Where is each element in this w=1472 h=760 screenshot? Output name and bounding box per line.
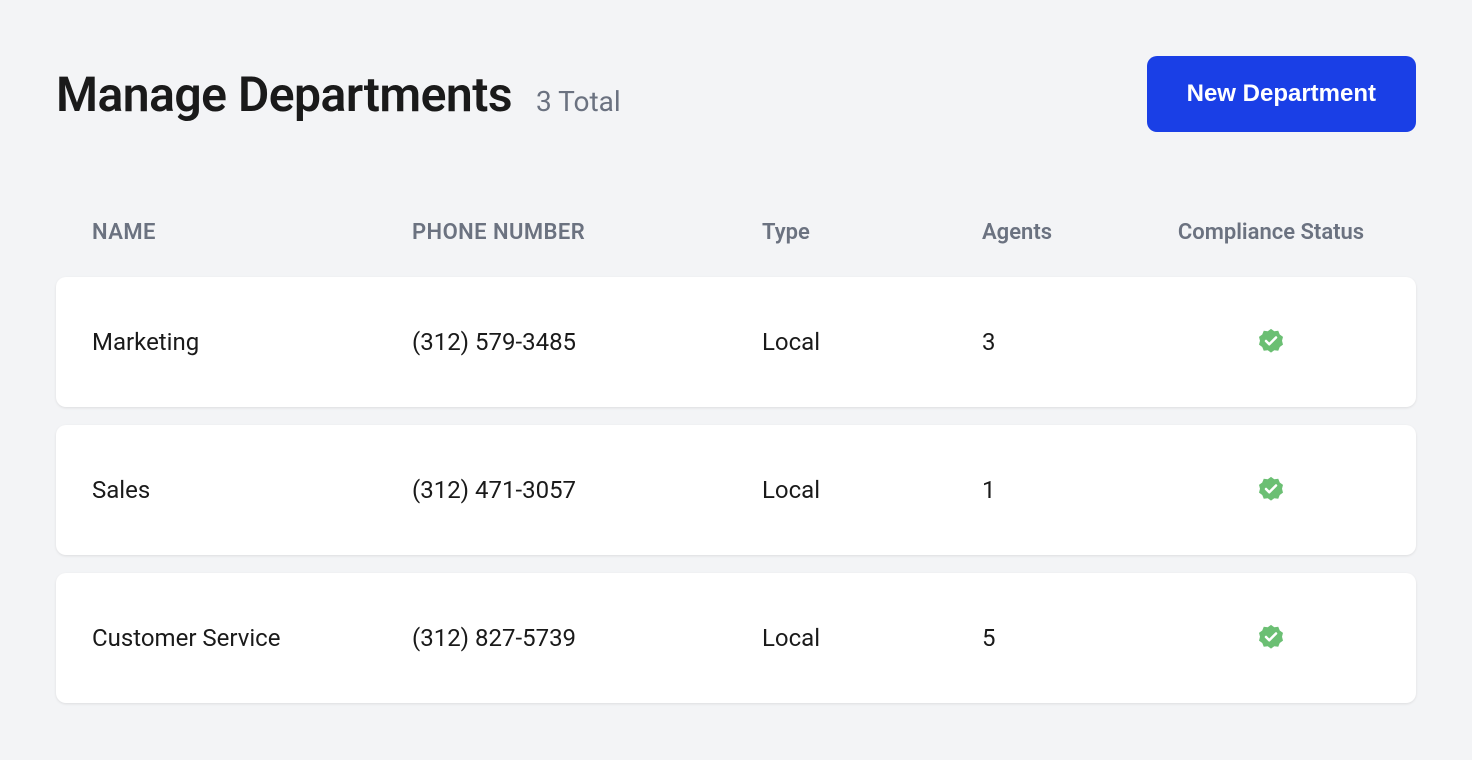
column-header-compliance[interactable]: Compliance Status — [1162, 220, 1380, 245]
cell-agents: 3 — [982, 328, 1162, 356]
column-header-type[interactable]: Type — [762, 220, 982, 245]
page-title: Manage Departments — [56, 66, 512, 123]
departments-table: NAME PHONE NUMBER Type Agents Compliance… — [56, 220, 1416, 703]
cell-phone: (312) 827-5739 — [412, 624, 762, 652]
table-row[interactable]: Customer Service (312) 827-5739 Local 5 — [56, 573, 1416, 703]
cell-phone: (312) 471-3057 — [412, 476, 762, 504]
table-row[interactable]: Sales (312) 471-3057 Local 1 — [56, 425, 1416, 555]
title-group: Manage Departments 3 Total — [56, 66, 621, 123]
cell-phone: (312) 579-3485 — [412, 328, 762, 356]
cell-compliance — [1162, 327, 1380, 357]
table-header-row: NAME PHONE NUMBER Type Agents Compliance… — [56, 220, 1416, 277]
table-row[interactable]: Marketing (312) 579-3485 Local 3 — [56, 277, 1416, 407]
cell-name: Customer Service — [92, 624, 412, 652]
page-header: Manage Departments 3 Total New Departmen… — [56, 56, 1416, 132]
cell-compliance — [1162, 475, 1380, 505]
column-header-name[interactable]: NAME — [92, 220, 412, 245]
column-header-agents[interactable]: Agents — [982, 220, 1162, 245]
cell-agents: 1 — [982, 476, 1162, 504]
cell-name: Sales — [92, 476, 412, 504]
cell-type: Local — [762, 476, 982, 504]
column-header-phone[interactable]: PHONE NUMBER — [412, 220, 762, 245]
cell-type: Local — [762, 328, 982, 356]
verified-badge-icon — [1256, 623, 1286, 653]
cell-type: Local — [762, 624, 982, 652]
cell-name: Marketing — [92, 328, 412, 356]
verified-badge-icon — [1256, 327, 1286, 357]
cell-compliance — [1162, 623, 1380, 653]
total-count: 3 Total — [536, 85, 621, 118]
cell-agents: 5 — [982, 624, 1162, 652]
verified-badge-icon — [1256, 475, 1286, 505]
new-department-button[interactable]: New Department — [1147, 56, 1416, 132]
